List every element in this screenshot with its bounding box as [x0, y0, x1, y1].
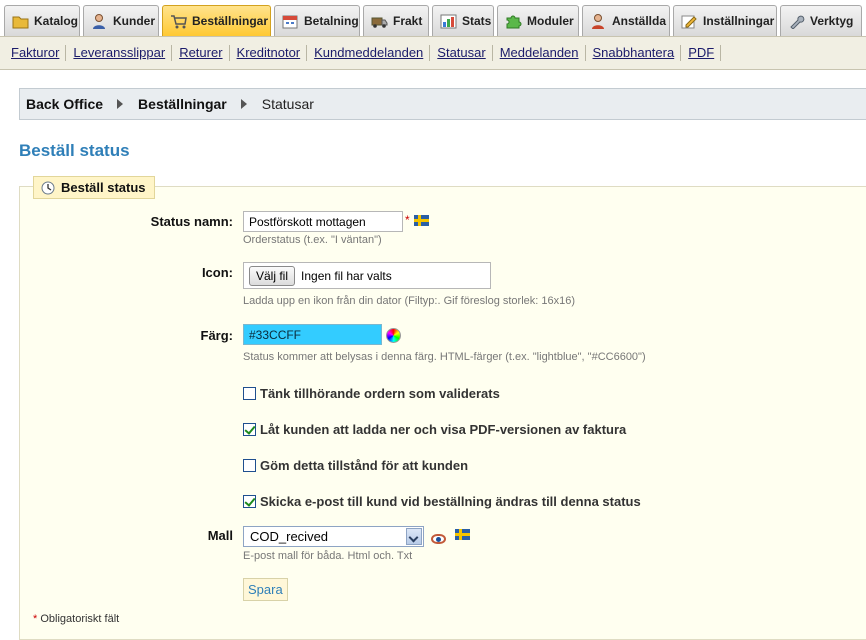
tab-label: Beställningar: [192, 14, 269, 28]
color-input[interactable]: [243, 324, 382, 345]
tab-label: Anställda: [612, 14, 667, 28]
main-tab-bar: Katalog Kunder Beställningar Betalning F…: [0, 0, 866, 36]
tab-label: Stats: [462, 14, 492, 28]
status-name-label: Status namn:: [150, 214, 233, 229]
tab-moduler[interactable]: Moduler: [497, 5, 579, 36]
tab-label: Betalning: [304, 14, 359, 28]
icon-file-input[interactable]: Välj fil Ingen fil har valts: [243, 262, 491, 289]
icon-hint: Ladda upp en ikon från din dator (Filtyp…: [243, 295, 576, 307]
puzzle-icon: [505, 14, 522, 29]
no-file-text: Ingen fil har valts: [301, 268, 392, 283]
clock-icon: [41, 181, 55, 195]
chevron-down-icon[interactable]: [406, 528, 422, 545]
submenu-kreditnotor[interactable]: Kreditnotor: [230, 45, 308, 61]
template-selected-value: COD_recived: [250, 529, 329, 544]
checkbox-pdf-invoice[interactable]: [243, 423, 256, 436]
tab-betalning[interactable]: Betalning: [274, 5, 360, 36]
checkbox-label: Göm detta tillstånd för att kunden: [260, 458, 469, 473]
required-footnote: * Obligatoriskt fält: [33, 613, 119, 625]
form-legend-label: Beställ status: [61, 180, 146, 195]
tab-bestallningar[interactable]: Beställningar: [162, 5, 271, 36]
tab-label: Katalog: [34, 14, 79, 28]
breadcrumb-root[interactable]: Back Office: [26, 96, 103, 112]
checkbox-label: Tänk tillhörande ordern som validerats: [260, 386, 500, 401]
breadcrumb-section[interactable]: Beställningar: [138, 96, 227, 112]
checkbox-row-validated[interactable]: Tänk tillhörande ordern som validerats: [243, 386, 500, 401]
page-title: Beställ status: [19, 141, 130, 160]
submenu-snabbhantera[interactable]: Snabbhantera: [586, 45, 682, 61]
truck-icon: [371, 14, 388, 29]
checkbox-row-email[interactable]: Skicka e-post till kund vid beställning …: [243, 494, 641, 509]
submenu-pdf[interactable]: PDF: [681, 45, 722, 61]
cart-icon: [170, 14, 187, 29]
tab-stats[interactable]: Stats: [432, 5, 494, 36]
chart-icon: [440, 14, 457, 29]
checkbox-send-email[interactable]: [243, 495, 256, 508]
tab-label: Inställningar: [703, 14, 775, 28]
submenu-returer[interactable]: Returer: [172, 45, 230, 61]
swedish-flag-icon[interactable]: [455, 529, 470, 540]
tab-verktyg[interactable]: Verktyg: [780, 5, 862, 36]
wrench-icon: [788, 14, 805, 29]
settings-icon: [681, 14, 698, 29]
icon-label: Icon:: [201, 265, 233, 280]
employee-icon: [590, 13, 607, 29]
eye-icon[interactable]: [431, 534, 446, 544]
tab-kunder[interactable]: Kunder: [83, 5, 159, 36]
chevron-right-icon: [117, 99, 124, 109]
checkbox-label: Låt kunden att ladda ner och visa PDF-ve…: [260, 422, 627, 437]
color-hint: Status kommer att belysas i denna färg. …: [243, 351, 646, 363]
status-name-hint: Orderstatus (t.ex. "I väntan"): [243, 234, 382, 246]
submenu-kundmeddelanden[interactable]: Kundmeddelanden: [307, 45, 431, 61]
submenu-leveransslippar[interactable]: Leveransslippar: [66, 45, 173, 61]
submenu-meddelanden[interactable]: Meddelanden: [493, 45, 586, 61]
tab-anstallda[interactable]: Anställda: [582, 5, 670, 36]
status-name-input[interactable]: [243, 211, 403, 232]
person-icon: [91, 13, 108, 29]
template-select[interactable]: COD_recived: [243, 526, 424, 547]
breadcrumb-current: Statusar: [261, 96, 314, 112]
submenu-statusar[interactable]: Statusar: [430, 45, 493, 61]
tab-frakt[interactable]: Frakt: [363, 5, 429, 36]
tab-label: Verktyg: [810, 14, 854, 28]
required-footnote-text: Obligatoriskt fält: [40, 613, 120, 625]
swedish-flag-icon[interactable]: [414, 215, 429, 226]
orders-submenu: Fakturor Leveransslippar Returer Kreditn…: [0, 36, 866, 70]
color-picker-icon[interactable]: [386, 328, 401, 343]
submenu-fakturor[interactable]: Fakturor: [3, 45, 67, 61]
color-label: Färg:: [200, 328, 234, 343]
checkbox-row-pdf[interactable]: Låt kunden att ladda ner och visa PDF-ve…: [243, 422, 626, 437]
status-form-panel: [19, 186, 866, 640]
breadcrumb: Back Office Beställningar Statusar: [19, 88, 866, 120]
required-marker: *: [33, 613, 38, 625]
save-button[interactable]: Spara: [243, 578, 288, 601]
choose-file-button[interactable]: Välj fil: [249, 265, 296, 286]
required-marker: *: [405, 213, 410, 227]
checkbox-row-hidden[interactable]: Göm detta tillstånd för att kunden: [243, 458, 468, 473]
template-hint: E-post mall för båda. Html och. Txt: [243, 550, 413, 562]
template-label: Mall: [207, 528, 233, 543]
folder-icon: [12, 14, 29, 29]
form-legend: Beställ status: [33, 176, 155, 199]
tab-label: Frakt: [393, 14, 423, 28]
tab-label: Kunder: [113, 14, 155, 28]
checkbox-validated[interactable]: [243, 387, 256, 400]
tab-label: Moduler: [527, 14, 574, 28]
calendar-icon: [282, 14, 299, 29]
checkbox-label: Skicka e-post till kund vid beställning …: [260, 494, 641, 509]
checkbox-hide-state[interactable]: [243, 459, 256, 472]
chevron-right-icon: [240, 99, 247, 109]
tab-installningar[interactable]: Inställningar: [673, 5, 777, 36]
tab-katalog[interactable]: Katalog: [4, 5, 80, 36]
